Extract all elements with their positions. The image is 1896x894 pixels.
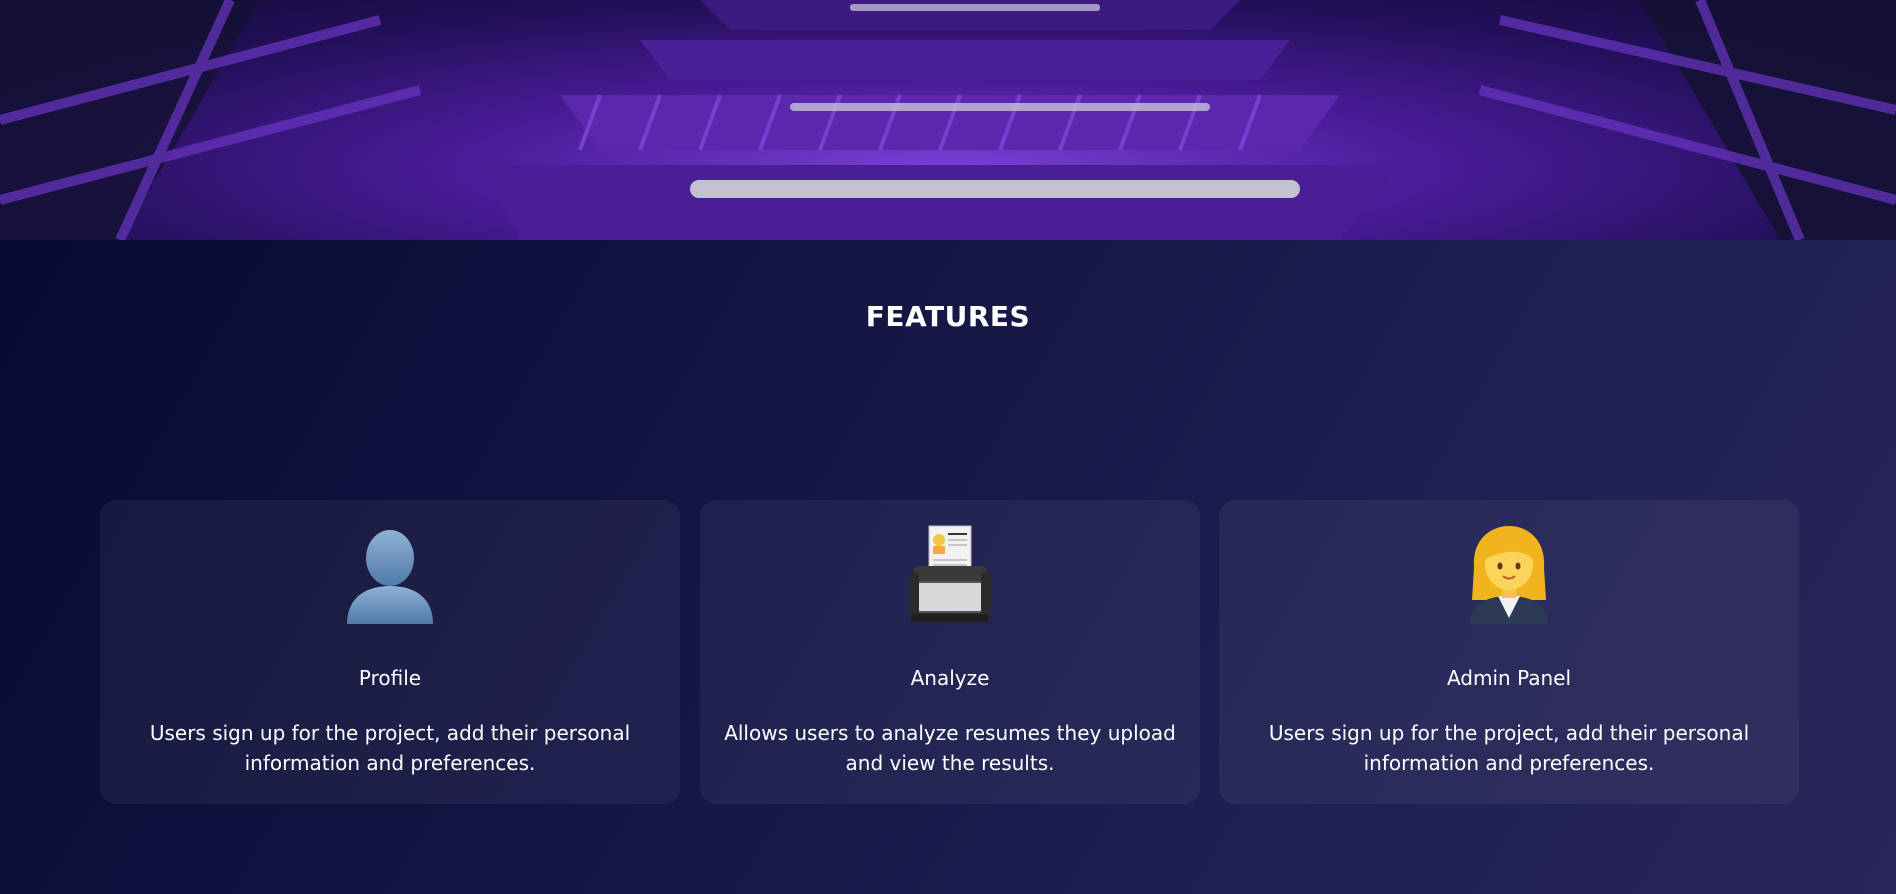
- hero-banner-image: [0, 0, 1896, 240]
- woman-office-worker-icon: [1454, 520, 1564, 630]
- page: FEATURES Profile Users sign up for the p…: [0, 0, 1896, 894]
- card-description: Users sign up for the project, add their…: [1268, 721, 1750, 775]
- card-description: Users sign up for the project, add their…: [149, 721, 631, 775]
- feature-card-analyze: Analyze Allows users to analyze resumes …: [700, 500, 1200, 804]
- silhouette-person-icon: [335, 520, 445, 630]
- stairwell-graphic: [0, 0, 1896, 240]
- feature-card-admin-panel: Admin Panel Users sign up for the projec…: [1219, 500, 1799, 804]
- feature-card-profile: Profile Users sign up for the project, a…: [100, 500, 680, 804]
- card-title: Analyze: [910, 666, 990, 690]
- card-title: Admin Panel: [1446, 666, 1572, 690]
- card-description: Allows users to analyze resumes they upl…: [724, 721, 1176, 775]
- card-title: Profile: [358, 666, 422, 690]
- features-heading: FEATURES: [865, 300, 1031, 333]
- resume-scanner-icon: [895, 520, 1005, 630]
